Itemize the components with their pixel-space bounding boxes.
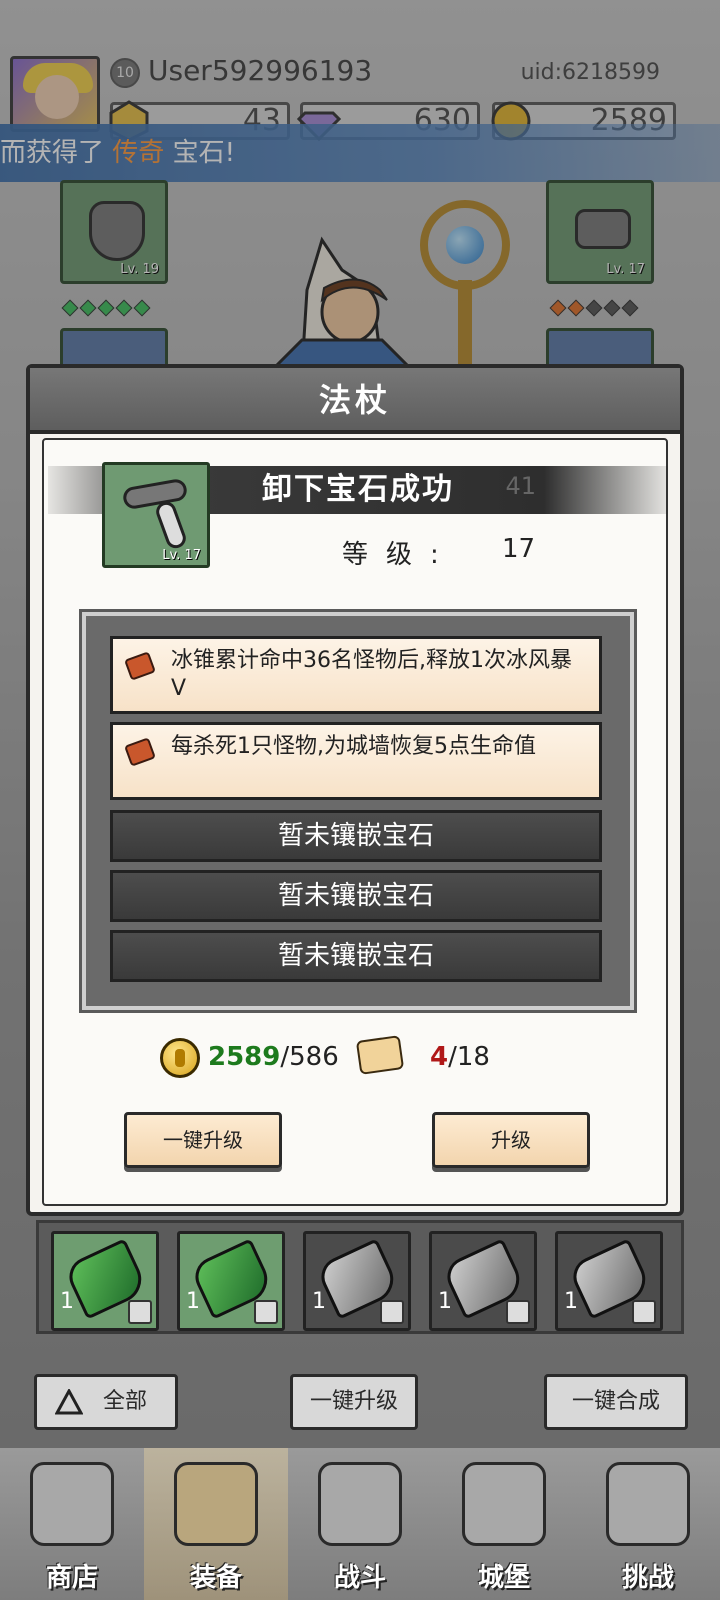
filter-all-button[interactable]: 全部 <box>34 1374 178 1430</box>
gem-detail-modal: 法杖 卸下宝石成功 41 Lv. 17 等级: 17 冰锥累计命中36名怪物后,… <box>26 364 684 1216</box>
gem-inventory-slot[interactable]: 1 <box>177 1231 285 1331</box>
filter-all-label: 全部 <box>103 1389 148 1414</box>
triangle-up-icon <box>55 1389 83 1415</box>
gem-count: 1 <box>438 1289 452 1314</box>
gem-effect-text: 每杀死1只怪物,为城墙恢复5点生命值 <box>171 734 536 759</box>
gold-have: 2589 <box>208 1042 281 1072</box>
nav-battle[interactable]: 战斗 <box>288 1448 432 1600</box>
gem-socket-empty[interactable]: 暂未镶嵌宝石 <box>110 810 602 862</box>
upgrade-all-button[interactable]: 一键升级 <box>290 1374 418 1430</box>
faded-number: 41 <box>505 472 536 500</box>
gold-cost: 2589/586 <box>208 1042 339 1072</box>
gem-count: 1 <box>60 1289 74 1314</box>
gem-count: 1 <box>312 1289 326 1314</box>
level-label: 等级: <box>342 540 457 570</box>
one-click-upgrade-button[interactable]: 一键升级 <box>124 1112 282 1168</box>
gem-inventory-slot[interactable]: 1 <box>303 1231 411 1331</box>
gem-count: 1 <box>564 1289 578 1314</box>
shop-icon <box>30 1462 114 1546</box>
coin-icon <box>160 1038 200 1078</box>
nav-battle-label: 战斗 <box>333 1563 386 1593</box>
gem-socket-empty[interactable]: 暂未镶嵌宝石 <box>110 930 602 982</box>
shield-icon <box>632 1300 656 1324</box>
shield-icon <box>506 1300 530 1324</box>
bottom-nav: 商店 装备 战斗 城堡 挑战 <box>0 1448 720 1600</box>
staff-item-icon-part <box>153 499 189 551</box>
modal-title: 法杖 <box>30 368 680 434</box>
scroll-cost: 4/18 <box>430 1042 490 1072</box>
lock-icon <box>606 1462 690 1546</box>
gem-socket-filled[interactable]: 每杀死1只怪物,为城墙恢复5点生命值 <box>110 722 602 800</box>
gold-need: /586 <box>280 1042 339 1072</box>
shield-icon <box>380 1300 404 1324</box>
level-row: 等级: 17 <box>342 534 535 571</box>
crossed-swords-icon <box>318 1462 402 1546</box>
castle-icon <box>462 1462 546 1546</box>
gem-count: 1 <box>186 1289 200 1314</box>
gem-effect-text: 冰锥累计命中36名怪物后,释放1次冰风暴V <box>171 648 572 701</box>
nav-equip[interactable]: 装备 <box>144 1448 288 1600</box>
ring-icon <box>128 1300 152 1324</box>
merge-all-button[interactable]: 一键合成 <box>544 1374 688 1430</box>
scroll-have: 4 <box>430 1042 449 1072</box>
scroll-icon <box>355 1035 405 1075</box>
gem-inventory-slot[interactable]: 1 <box>555 1231 663 1331</box>
upgrade-button[interactable]: 升级 <box>432 1112 590 1168</box>
ring-icon <box>254 1300 278 1324</box>
backpack-icon <box>174 1462 258 1546</box>
gem-socket-panel: 冰锥累计命中36名怪物后,释放1次冰风暴V 每杀死1只怪物,为城墙恢复5点生命值… <box>79 609 637 1013</box>
item-thumbnail: Lv. 17 <box>102 462 210 568</box>
nav-shop-label: 商店 <box>45 1563 98 1593</box>
nav-castle-label: 城堡 <box>477 1563 530 1593</box>
staff-item-icon <box>121 477 189 511</box>
nav-challenge-label: 挑战 <box>621 1563 674 1593</box>
scroll-need: /18 <box>448 1042 490 1072</box>
nav-challenge[interactable]: 挑战 <box>576 1448 720 1600</box>
orange-gem-icon <box>124 737 156 767</box>
nav-shop[interactable]: 商店 <box>0 1448 144 1600</box>
gem-inventory: 1 1 1 1 1 <box>36 1220 684 1334</box>
gem-inventory-slot[interactable]: 1 <box>429 1231 537 1331</box>
level-value: 17 <box>502 534 536 564</box>
nav-castle[interactable]: 城堡 <box>432 1448 576 1600</box>
gem-socket-empty[interactable]: 暂未镶嵌宝石 <box>110 870 602 922</box>
nav-equip-label: 装备 <box>189 1563 242 1593</box>
orange-gem-icon <box>124 651 156 681</box>
gem-socket-filled[interactable]: 冰锥累计命中36名怪物后,释放1次冰风暴V <box>110 636 602 714</box>
item-level-badge: Lv. 17 <box>162 548 201 563</box>
gem-inventory-slot[interactable]: 1 <box>51 1231 159 1331</box>
